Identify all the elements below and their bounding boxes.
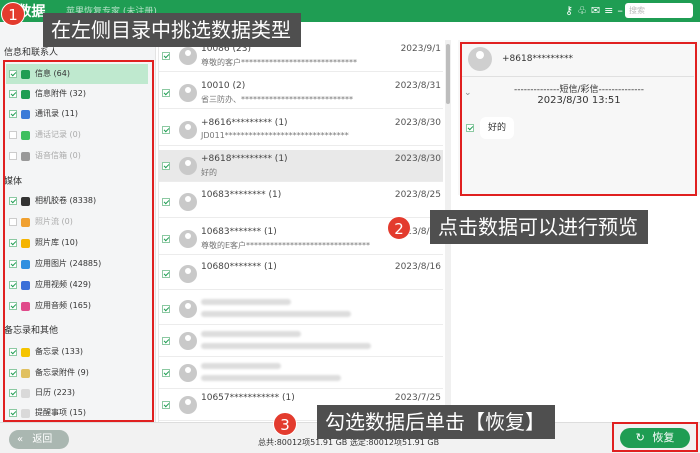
checkbox[interactable]	[162, 401, 170, 409]
checkbox[interactable]	[162, 235, 170, 243]
message-preview: JD011*******************************	[201, 131, 349, 140]
step-badge-1: 1	[1, 2, 25, 26]
contact-name: +8618********* (1)	[201, 154, 288, 164]
blurred-text	[201, 331, 301, 337]
blurred-text	[201, 343, 371, 349]
message-preview: 好的	[201, 168, 217, 177]
blurred-text	[201, 363, 281, 369]
message-preview: 尊敬的客户*****************************	[201, 58, 357, 67]
checkbox[interactable]	[162, 89, 170, 97]
list-item[interactable]	[159, 293, 443, 325]
avatar-icon	[179, 193, 197, 211]
blurred-text	[201, 311, 351, 317]
minimize-icon[interactable]: –	[617, 3, 623, 19]
contact-name: 10683******** (1)	[201, 190, 282, 200]
list-item[interactable]	[159, 357, 443, 389]
step-badge-2: 2	[387, 216, 411, 240]
list-item[interactable]: 10010 (2) 2023/8/31 省三防办、***************…	[159, 77, 443, 109]
checkbox[interactable]	[162, 52, 170, 60]
checkbox[interactable]	[162, 198, 170, 206]
message-preview: 尊敬的E客户*******************************	[201, 241, 371, 250]
checkbox[interactable]	[162, 270, 170, 278]
gift-icon[interactable]: ♧	[577, 3, 587, 19]
titlebar-icons: ⚷ ♧ ✉ ≡ –	[565, 3, 623, 19]
contact-name: 10683******* (1)	[201, 227, 277, 237]
step-badge-3: 3	[273, 412, 297, 436]
list-item[interactable]: 10680******* (1) 2023/8/16	[159, 258, 443, 290]
message-date: 2023/8/30	[394, 118, 441, 128]
scrollbar-thumb[interactable]	[446, 44, 450, 104]
menu-icon[interactable]: ≡	[604, 3, 613, 19]
callout-step-2: 点击数据可以进行预览	[430, 210, 648, 244]
avatar-icon	[179, 230, 197, 248]
avatar-icon	[179, 84, 197, 102]
avatar-icon	[179, 157, 197, 175]
message-date: 2023/8/30	[394, 154, 441, 164]
message-date: 2023/8/31	[394, 81, 441, 91]
checkbox[interactable]	[162, 305, 170, 313]
avatar-icon	[179, 121, 197, 139]
checkbox[interactable]	[162, 126, 170, 134]
avatar-icon	[179, 364, 197, 382]
contact-name: 10657*********** (1)	[201, 393, 295, 403]
blurred-text	[201, 299, 291, 305]
avatar-icon	[179, 396, 197, 414]
callout-step-1: 在左侧目录中挑选数据类型	[43, 13, 301, 47]
back-button-label: 返回	[32, 434, 53, 445]
back-button[interactable]: « 返回	[9, 430, 69, 449]
list-item[interactable]	[159, 325, 443, 357]
checkbox[interactable]	[162, 337, 170, 345]
message-date: 2023/7/25	[394, 393, 441, 403]
callout-step-3: 勾选数据后单击【恢复】	[317, 405, 555, 439]
chat-icon[interactable]: ✉	[591, 3, 600, 19]
message-date: 2023/9/1	[400, 44, 441, 54]
contact-name: +8616********* (1)	[201, 118, 288, 128]
highlight-box-recover	[612, 422, 698, 452]
avatar-icon	[179, 332, 197, 350]
avatar-icon	[179, 47, 197, 65]
message-preview: 省三防办、****************************	[201, 95, 353, 104]
highlight-box-preview	[460, 42, 697, 196]
contact-name: 10680******* (1)	[201, 262, 277, 272]
checkbox[interactable]	[162, 369, 170, 377]
list-item[interactable]: 10683******** (1) 2023/8/25	[159, 186, 443, 218]
checkbox[interactable]	[162, 162, 170, 170]
message-date: 2023/8/25	[394, 190, 441, 200]
avatar-icon	[179, 265, 197, 283]
key-icon[interactable]: ⚷	[565, 3, 573, 19]
highlight-box-sidebar	[3, 60, 154, 422]
list-item[interactable]: +8616********* (1) 2023/8/30 JD011******…	[159, 114, 443, 146]
message-date: 2023/8/16	[394, 262, 441, 272]
search-input[interactable]: 搜索	[625, 3, 693, 18]
double-chevron-left-icon: «	[17, 434, 24, 445]
contact-name: 10010 (2)	[201, 81, 246, 91]
avatar-icon	[179, 300, 197, 318]
blurred-text	[201, 375, 341, 381]
list-item-selected[interactable]: +8618********* (1) 2023/8/30 好的	[159, 150, 443, 182]
